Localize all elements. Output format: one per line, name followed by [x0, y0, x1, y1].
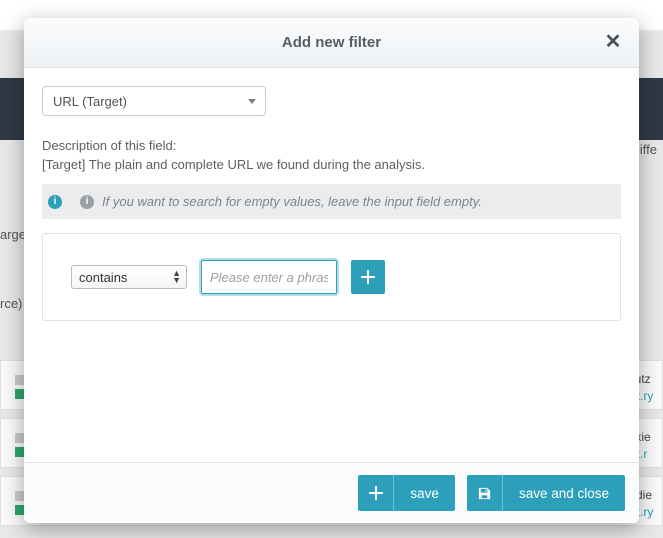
field-dropdown-value: URL (Target): [53, 94, 127, 109]
field-dropdown[interactable]: URL (Target): [42, 86, 266, 116]
add-condition-button[interactable]: [351, 260, 385, 294]
modal-header: Add new filter ✕: [24, 18, 639, 68]
hint-bar: i i If you want to search for empty valu…: [42, 184, 621, 219]
description-heading: Description of this field:: [42, 138, 621, 153]
phrase-input[interactable]: [201, 260, 337, 294]
operator-select-value: contains: [79, 270, 127, 285]
hint-text: If you want to search for empty values, …: [102, 194, 482, 209]
plus-icon: [358, 475, 394, 511]
modal-footer: save save and close: [24, 462, 639, 523]
close-button[interactable]: ✕: [601, 30, 625, 54]
field-description: Description of this field: [Target] The …: [42, 138, 621, 172]
modal-title: Add new filter: [282, 34, 381, 51]
modal-body: URL (Target) Description of this field: …: [24, 68, 639, 462]
bg-text-fragment: rce): [0, 296, 22, 311]
save-and-close-button[interactable]: save and close: [467, 475, 625, 511]
save-and-close-button-label: save and close: [503, 475, 625, 511]
info-icon: i: [80, 195, 94, 209]
description-text: [Target] The plain and complete URL we f…: [42, 157, 621, 172]
save-button-label: save: [394, 475, 455, 511]
info-icon: i: [48, 195, 62, 209]
save-button[interactable]: save: [358, 475, 455, 511]
operator-select[interactable]: contains ▲▼: [71, 265, 187, 289]
close-icon: ✕: [605, 31, 622, 53]
add-filter-modal: Add new filter ✕ URL (Target) Descriptio…: [24, 18, 639, 523]
filter-condition-card: contains ▲▼: [42, 233, 621, 321]
save-icon: [467, 475, 503, 511]
updown-icon: ▲▼: [172, 270, 181, 284]
plus-icon: [361, 270, 375, 284]
chevron-down-icon: [248, 99, 256, 104]
